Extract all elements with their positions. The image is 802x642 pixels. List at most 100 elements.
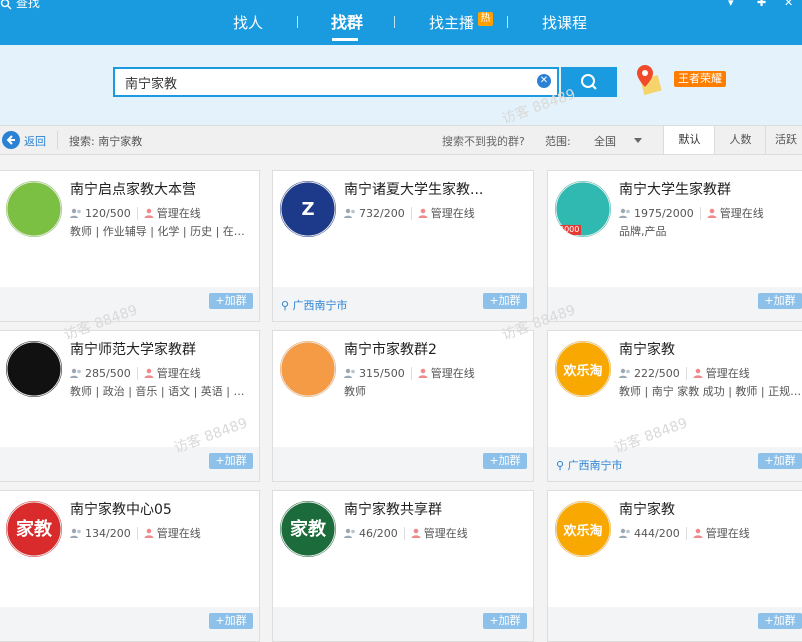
group-name[interactable]: 南宁家教 [619, 499, 802, 519]
tab-find-courses[interactable]: 找课程 [542, 10, 587, 36]
close-icon[interactable]: ✕ [784, 0, 793, 9]
card-footer: +加群 [548, 287, 802, 321]
back-arrow-icon [2, 131, 20, 149]
tab-find-people[interactable]: 找人 [233, 10, 263, 36]
group-name[interactable]: 南宁家教共享群 [344, 499, 530, 519]
group-name[interactable]: 南宁家教中心05 [70, 499, 256, 519]
group-tags: 教师 | 政治 | 音乐 | 语文 | 英语 | … [70, 385, 245, 398]
tab-find-groups[interactable]: 找群 [331, 10, 363, 36]
join-group-button[interactable]: +加群 [758, 453, 802, 469]
join-group-button[interactable]: +加群 [209, 613, 253, 629]
search-button[interactable] [561, 67, 617, 97]
group-card[interactable]: 家教 南宁家教中心05 134/200 管理在线 +加群 [0, 490, 260, 642]
group-tags: 教师 [344, 385, 366, 398]
group-avatar[interactable] [6, 341, 62, 397]
search-input[interactable] [125, 73, 525, 91]
group-card[interactable]: 南宁师范大学家教群 285/500 管理在线教师 | 政治 | 音乐 | 语文 | … [0, 330, 260, 482]
minimize-icon[interactable]: ▾ [728, 0, 734, 9]
group-avatar[interactable] [6, 181, 62, 237]
group-avatar[interactable]: 2000 [555, 181, 611, 237]
member-count: 732/200 [359, 207, 405, 220]
member-count: 285/500 [85, 367, 131, 380]
group-avatar[interactable]: 家教 [6, 501, 62, 557]
pin-icon: ⚲ [281, 299, 293, 312]
location-label: ⚲ 广西南宁市 [281, 297, 348, 313]
location-text: 广西南宁市 [567, 459, 623, 472]
group-card[interactable]: Z 南宁诸夏大学生家教... 732/200 管理在线 ⚲ 广西南宁市 +加群 [272, 170, 534, 322]
admin-status-text: 管理在线 [156, 207, 201, 220]
active-tab-indicator [332, 38, 358, 41]
card-footer: +加群 [0, 287, 259, 321]
members-icon [344, 208, 355, 218]
group-card[interactable]: 家教 南宁家教共享群 46/200 管理在线 +加群 [272, 490, 534, 642]
group-avatar-image: Z [280, 181, 336, 237]
hot-badge: 热 [478, 12, 493, 26]
group-meta: 444/200 管理在线 [619, 525, 750, 541]
group-card[interactable]: 南宁市家教群2 315/500 管理在线 教师 +加群 [272, 330, 534, 482]
admin-status-text: 管理在线 [156, 367, 201, 380]
map-pin-icon[interactable] [634, 63, 662, 95]
pin-icon: ⚲ [556, 459, 568, 472]
member-count: 46/200 [359, 527, 398, 540]
join-group-button[interactable]: +加群 [209, 293, 253, 309]
group-meta: 222/500 管理在线 [619, 365, 750, 381]
tab-divider [394, 16, 395, 28]
tab-find-streamers[interactable]: 找主播 [429, 10, 474, 36]
sort-tab-default[interactable]: 默认 [663, 126, 715, 154]
group-name[interactable]: 南宁诸夏大学生家教... [344, 179, 530, 199]
member-count: 1975/2000 [634, 207, 694, 220]
group-name[interactable]: 南宁家教 [619, 339, 802, 359]
group-name[interactable]: 南宁大学生家教群 [619, 179, 802, 199]
chevron-down-icon[interactable] [634, 138, 642, 143]
promo-badge[interactable]: 王者荣耀 [674, 71, 726, 87]
group-card[interactable]: 2000 南宁大学生家教群 1975/2000 管理在线 品牌,产品 +加群 [547, 170, 802, 322]
maximize-icon[interactable]: ✚ [757, 0, 766, 9]
group-name[interactable]: 南宁师范大学家教群 [70, 339, 256, 359]
group-avatar-image: 欢乐淘 [555, 501, 611, 557]
admin-status: 管理在线 [136, 367, 201, 380]
group-avatar[interactable]: 欢乐淘 [555, 341, 611, 397]
group-avatar[interactable] [280, 341, 336, 397]
tab-divider [297, 16, 298, 28]
join-group-button[interactable]: +加群 [483, 613, 527, 629]
member-count: 222/500 [634, 367, 680, 380]
search-box: ✕ [113, 67, 559, 97]
member-count: 120/500 [85, 207, 131, 220]
card-footer: +加群 [0, 447, 259, 481]
admin-status-text: 管理在线 [705, 527, 750, 540]
admin-icon [411, 528, 421, 538]
group-avatar[interactable]: 家教 [280, 501, 336, 557]
search-summary: 搜索: 南宁家教 [69, 135, 143, 148]
member-count: 134/200 [85, 527, 131, 540]
admin-icon [693, 368, 703, 378]
admin-status: 管理在线 [136, 527, 201, 540]
sort-tab-members[interactable]: 人数 [714, 126, 766, 154]
range-select[interactable]: 全国 [594, 133, 616, 149]
location-text: 广西南宁市 [292, 299, 348, 312]
group-card[interactable]: 欢乐淘 南宁家教 444/200 管理在线 +加群 [547, 490, 802, 642]
group-card[interactable]: 欢乐淘 南宁家教 222/500 管理在线 教师 | 南宁 家教 成功 | 教师 | 正… [547, 330, 802, 482]
search-area: ✕ 王者荣耀 [0, 45, 802, 125]
group-avatar[interactable]: Z [280, 181, 336, 237]
join-group-button[interactable]: +加群 [758, 293, 802, 309]
avatar-text: 欢乐淘 [562, 363, 602, 379]
group-avatar[interactable]: 欢乐淘 [555, 501, 611, 557]
members-icon [70, 208, 81, 218]
group-tags: 教师 | 作业辅导 | 化学 | 历史 | 在… [70, 225, 245, 238]
admin-status: 管理在线 [685, 527, 750, 540]
join-group-button[interactable]: +加群 [483, 293, 527, 309]
avatar-text: 家教 [290, 518, 327, 540]
not-found-link[interactable]: 搜索不到我的群? [442, 133, 525, 149]
join-group-button[interactable]: +加群 [483, 453, 527, 469]
sort-tab-active[interactable]: 活跃 [765, 126, 802, 154]
admin-status: 管理在线 [136, 207, 201, 220]
group-name[interactable]: 南宁启点家教大本营 [70, 179, 256, 199]
group-meta: 46/200 管理在线 [344, 525, 468, 541]
join-group-button[interactable]: +加群 [209, 453, 253, 469]
clear-icon[interactable]: ✕ [537, 74, 551, 88]
join-group-button[interactable]: +加群 [758, 613, 802, 629]
members-icon [619, 528, 630, 538]
admin-status: 管理在线 [685, 367, 750, 380]
group-name[interactable]: 南宁市家教群2 [344, 339, 530, 359]
group-card[interactable]: 南宁启点家教大本营 120/500 管理在线教师 | 作业辅导 | 化学 | 历史 … [0, 170, 260, 322]
